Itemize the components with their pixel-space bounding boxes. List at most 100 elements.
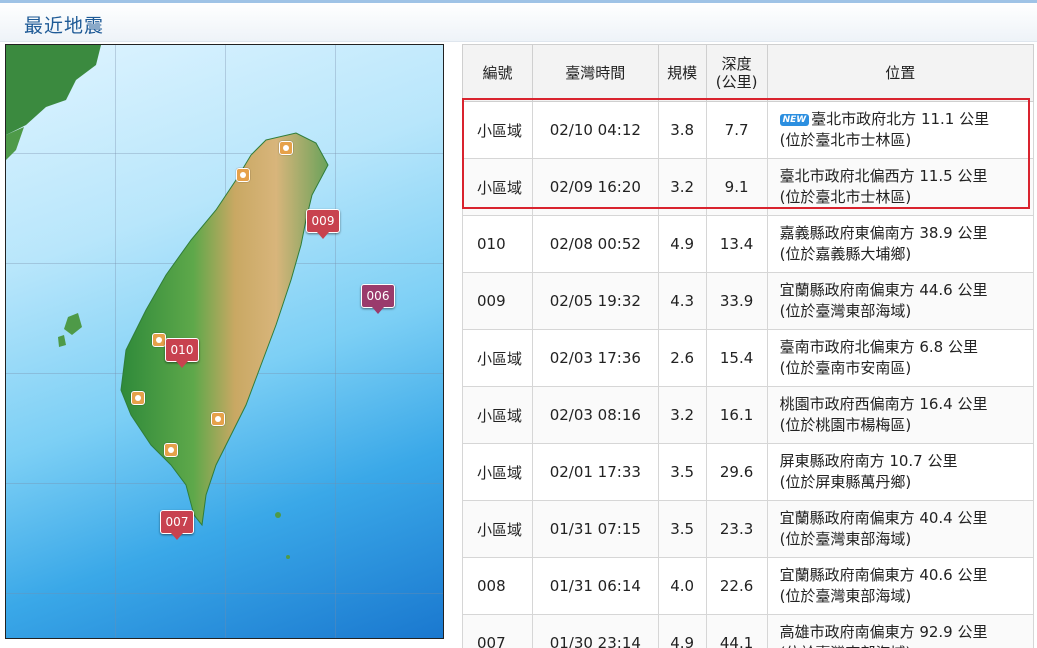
quake-point-marker[interactable] — [211, 412, 225, 426]
cell-magnitude: 3.2 — [657, 386, 707, 444]
cell-depth: 29.6 — [705, 443, 768, 501]
location-text[interactable]: 桃園市政府西偏南方 16.4 公里 — [780, 395, 988, 413]
location-district: (位於臺灣東部海域) — [779, 530, 912, 548]
location-text[interactable]: 臺南市政府北偏東方 6.8 公里 — [780, 338, 978, 356]
cell-id: 小區域 — [462, 386, 533, 444]
table-row[interactable]: 010 02/08 00:52 4.9 13.4 嘉義縣政府東偏南方 38.9 公里 (位… — [462, 215, 1035, 273]
cell-location: 宜蘭縣政府南偏東方 40.4 公里 (位於臺灣東部海域) — [766, 500, 1035, 558]
quake-pin-007[interactable]: 007 — [160, 510, 194, 540]
location-text[interactable]: 嘉義縣政府東偏南方 38.9 公里 — [780, 224, 988, 242]
cell-magnitude: 4.3 — [657, 272, 707, 330]
quake-point-marker[interactable] — [131, 391, 145, 405]
cell-time: 02/08 00:52 — [531, 215, 659, 273]
earthquake-map[interactable]: 009 006 010 007 — [5, 44, 444, 639]
table-row[interactable]: 009 02/05 19:32 4.3 33.9 宜蘭縣政府南偏東方 44.6 公里 (位… — [462, 272, 1035, 330]
table-row[interactable]: 小區域 02/03 17:36 2.6 15.4 臺南市政府北偏東方 6.8 公里 (位於… — [462, 329, 1035, 387]
cell-depth: 15.4 — [705, 329, 768, 387]
column-header-magnitude[interactable]: 規模 — [657, 44, 707, 102]
column-header-time[interactable]: 臺灣時間 — [531, 44, 659, 102]
cell-id: 010 — [462, 215, 533, 273]
table-header-row: 編號 臺灣時間 規模 深度 (公里) 位置 — [462, 44, 1035, 102]
cell-magnitude: 4.9 — [657, 614, 707, 648]
location-text[interactable]: 屏東縣政府南方 10.7 公里 — [780, 452, 958, 470]
location-district: (位於臺灣南部海域) — [780, 644, 912, 648]
quake-point-marker[interactable] — [164, 443, 178, 457]
cell-id: 008 — [462, 557, 533, 615]
quake-point-marker[interactable] — [279, 141, 293, 155]
location-text[interactable]: 高雄市政府南偏東方 92.9 公里 — [780, 623, 988, 641]
cell-magnitude: 4.9 — [657, 215, 707, 273]
quake-point-marker[interactable] — [236, 168, 250, 182]
cell-location: 嘉義縣政府東偏南方 38.9 公里 (位於嘉義縣大埔鄉) — [766, 215, 1035, 273]
cell-magnitude: 3.2 — [657, 158, 707, 216]
cell-id: 小區域 — [462, 101, 533, 159]
quake-pin-010[interactable]: 010 — [165, 338, 199, 368]
depth-header-label: 深度 (公里) — [715, 55, 758, 91]
location-district: (位於臺北市士林區) — [779, 131, 912, 149]
column-header-id[interactable]: 編號 — [462, 44, 533, 102]
earthquake-table-container: 編號 臺灣時間 規模 深度 (公里) 位置 小區域 02/10 04:12 3.8 7… — [462, 44, 1037, 648]
cell-id: 小區域 — [462, 158, 533, 216]
table-row[interactable]: 00701/30 23:144.944.1 高雄市政府南偏東方 92.9 公里 (位… — [462, 614, 1035, 648]
quake-pin-006[interactable]: 006 — [361, 284, 395, 314]
table-row[interactable]: 小區域 02/03 08:16 3.2 16.1 桃園市政府西偏南方 16.4 公里 (位… — [462, 386, 1035, 444]
location-text[interactable]: 臺北市政府北方 11.1 公里 — [811, 110, 989, 128]
cell-id: 小區域 — [462, 500, 533, 558]
location-text[interactable]: 宜蘭縣政府南偏東方 40.6 公里 — [780, 566, 988, 584]
cell-magnitude: 3.5 — [657, 443, 707, 501]
cell-location: 高雄市政府南偏東方 92.9 公里 (位於臺灣南部海域) — [766, 614, 1035, 648]
cell-location: 屏東縣政府南方 10.7 公里 (位於屏東縣萬丹鄉) — [766, 443, 1035, 501]
column-header-location[interactable]: 位置 — [766, 44, 1035, 102]
column-header-depth[interactable]: 深度 (公里) — [705, 44, 768, 102]
cell-time: 02/01 17:33 — [531, 443, 659, 501]
table-row[interactable]: 小區域 02/01 17:33 3.5 29.6 屏東縣政府南方 10.7 公里 (位於屏… — [462, 443, 1035, 501]
table-row[interactable]: 小區域 02/10 04:12 3.8 7.7 NEW 臺北市政府北方 11.1 公里 (位… — [462, 101, 1035, 159]
cell-magnitude: 3.8 — [657, 101, 707, 159]
cell-time: 02/10 04:12 — [531, 101, 659, 159]
cell-depth: 13.4 — [705, 215, 768, 273]
location-district: (位於臺灣東部海域) — [779, 587, 912, 605]
cell-id: 小區域 — [462, 329, 533, 387]
location-text[interactable]: 臺北市政府北偏西方 11.5 公里 — [780, 167, 988, 185]
location-district: (位於嘉義縣大埔鄉) — [779, 245, 912, 263]
location-district: (位於臺南市安南區) — [779, 359, 912, 377]
cell-magnitude: 3.5 — [657, 500, 707, 558]
cell-magnitude: 2.6 — [657, 329, 707, 387]
cell-time: 02/05 19:32 — [531, 272, 659, 330]
cell-location: 宜蘭縣政府南偏東方 40.6 公里 (位於臺灣東部海域) — [766, 557, 1035, 615]
page-title: 最近地震 — [24, 15, 105, 37]
cell-id: 009 — [462, 272, 533, 330]
cell-id: 小區域 — [462, 443, 533, 501]
cell-magnitude: 4.0 — [657, 557, 707, 615]
table-row[interactable]: 008 01/31 06:14 4.0 22.6 宜蘭縣政府南偏東方 40.6 公里 (位… — [462, 557, 1035, 615]
table-row[interactable]: 小區域 01/31 07:15 3.5 23.3 宜蘭縣政府南偏東方 40.4 公里 (位… — [462, 500, 1035, 558]
cell-depth: 7.7 — [705, 101, 768, 159]
cell-time: 01/31 07:15 — [531, 500, 659, 558]
cell-depth: 9.1 — [705, 158, 768, 216]
cell-location: 宜蘭縣政府南偏東方 44.6 公里 (位於臺灣東部海域) — [766, 272, 1035, 330]
cell-location: 桃園市政府西偏南方 16.4 公里 (位於桃園市楊梅區) — [766, 386, 1035, 444]
location-district: (位於屏東縣萬丹鄉) — [779, 473, 912, 491]
cell-depth: 22.6 — [705, 557, 768, 615]
location-text[interactable]: 宜蘭縣政府南偏東方 40.4 公里 — [780, 509, 988, 527]
quake-pin-009[interactable]: 009 — [306, 209, 340, 239]
location-district: (位於臺灣東部海域) — [779, 302, 912, 320]
page-header: 最近地震 — [0, 3, 1037, 42]
location-text[interactable]: 宜蘭縣政府南偏東方 44.6 公里 — [780, 281, 988, 299]
cell-location: 臺北市政府北偏西方 11.5 公里 (位於臺北市士林區) — [766, 158, 1035, 216]
quake-point-marker[interactable] — [152, 333, 166, 347]
location-district: (位於桃園市楊梅區) — [779, 416, 912, 434]
earthquake-table: 編號 臺灣時間 規模 深度 (公里) 位置 小區域 02/10 04:12 3.8 7… — [462, 44, 1035, 648]
cell-id: 007 — [462, 614, 533, 648]
cell-depth: 44.1 — [705, 614, 768, 648]
cell-time: 02/09 16:20 — [531, 158, 659, 216]
cell-time: 02/03 08:16 — [531, 386, 659, 444]
table-row[interactable]: 小區域 02/09 16:20 3.2 9.1 臺北市政府北偏西方 11.5 公里 (位於… — [462, 158, 1035, 216]
location-district: (位於臺北市士林區) — [779, 188, 912, 206]
taiwan-terrain — [6, 45, 329, 559]
cell-depth: 16.1 — [705, 386, 768, 444]
cell-depth: 33.9 — [705, 272, 768, 330]
cell-location: NEW 臺北市政府北方 11.1 公里 (位於臺北市士林區) — [766, 101, 1035, 159]
cell-time: 01/31 06:14 — [531, 557, 659, 615]
cell-depth: 23.3 — [705, 500, 768, 558]
